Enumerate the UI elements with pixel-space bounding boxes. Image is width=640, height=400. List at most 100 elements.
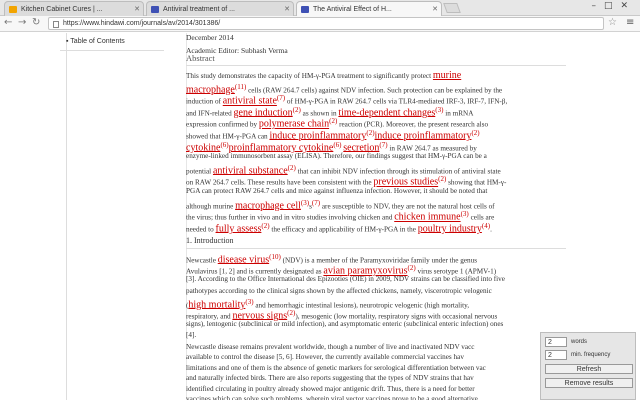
text-span: that can inhibit NDV infection through i… (295, 167, 501, 176)
close-tab-icon[interactable]: ✕ (134, 2, 140, 16)
text-span: identified circulating in poultry alread… (186, 384, 475, 393)
text-span: showed that HM-γ-PGA can (186, 132, 270, 141)
text-span: although murine (186, 201, 236, 210)
text-span: the virus; thus further in vivo and in v… (186, 213, 395, 222)
abstract-heading: Abstract (186, 53, 215, 63)
text-line: identified circulating in poultry alread… (186, 385, 475, 394)
text-span: on RAW 264.7 cells. These results have b… (186, 178, 374, 187)
table-of-contents-link[interactable]: ▪ Table of Contents (66, 38, 125, 45)
text-span: Avulavirus [1, 2] and is currently desig… (186, 267, 324, 276)
publication-date: December 2014 (186, 33, 234, 42)
text-span: [3]. According to the Office Internation… (186, 275, 505, 284)
sidebar (66, 33, 166, 400)
remove-results-button[interactable]: Remove results (545, 378, 633, 388)
text-line: potential antiviral substance(2) that ca… (186, 164, 501, 176)
introduction-divider (186, 248, 566, 249)
text-span: potential (186, 167, 213, 176)
url-text: https://www.hindawi.com/journals/av/2014… (63, 20, 221, 27)
tab-kitchen-cabinet[interactable]: Kitchen Cabinet Cures | ... ✕ (4, 1, 144, 16)
text-line: although murine macrophage cell(3)s(7) a… (186, 199, 495, 211)
min-frequency-label: min. frequency (571, 352, 611, 358)
text-line: This study demonstrates the capacity of … (186, 71, 461, 81)
words-input[interactable]: 2 (545, 337, 567, 347)
keyword-highlight[interactable]: poultry industry (418, 223, 482, 234)
browser-toolbar: ← → ↻ https://www.hindawi.com/journals/a… (0, 16, 640, 32)
tab-label: Kitchen Cabinet Cures | ... (21, 6, 103, 13)
keyword-count: (3) (460, 210, 469, 219)
text-span: showing that HM-γ- (446, 178, 507, 187)
keyword-count: (3) (300, 198, 310, 207)
words-label: words (571, 339, 588, 345)
keyword-count: (2) (292, 105, 301, 114)
text-span: PGA can protect RAW 264.7 cells and mice… (186, 187, 488, 195)
forward-icon[interactable]: → (18, 17, 26, 28)
keyword-count: (7) (311, 198, 321, 207)
address-bar[interactable]: https://www.hindawi.com/journals/av/2014… (48, 17, 604, 30)
keyword-count: (4) (481, 221, 491, 230)
text-span: the efficacy and applicability of HM-γ-P… (269, 225, 418, 234)
text-span: cells are (468, 213, 495, 222)
abstract-divider (186, 65, 566, 66)
text-span: available to control the disease [5, 6].… (186, 353, 464, 362)
text-line: cytokine(6)proinflammatory cytokine(6) s… (186, 141, 477, 153)
tab-label: Antiviral treatment of ... (163, 6, 235, 13)
text-line: expression confirmed by polymerase chain… (186, 117, 488, 129)
text-span: in RAW 264.7 as measured by (387, 143, 477, 152)
text-line: macrophage(11) cells (RAW 264.7 cells) a… (186, 83, 502, 95)
keyword-count: (7) (276, 94, 286, 103)
tab-label: The Antiviral Effect of H... (313, 6, 392, 13)
window-controls[interactable]: –□✕ (591, 1, 636, 11)
text-span: as shown in (300, 109, 339, 118)
text-line: Newcastle disease remains prevalent worl… (186, 343, 474, 352)
text-span: vaccines which can solve such problems, … (186, 395, 478, 400)
text-line: [4]. (186, 331, 196, 340)
text-span: respiratory, and (186, 312, 233, 321)
new-tab-button[interactable] (443, 3, 461, 13)
text-span: Newcastle disease remains prevalent worl… (186, 343, 475, 351)
bookmark-star-icon[interactable]: ☆ (608, 17, 617, 28)
keyword-count: (7) (379, 140, 388, 149)
menu-icon[interactable]: ≡ (626, 17, 634, 28)
refresh-button[interactable]: Refresh (545, 364, 633, 374)
keyword-count: (2) (261, 221, 270, 230)
close-tab-icon[interactable]: ✕ (284, 2, 290, 16)
back-icon[interactable]: ← (4, 17, 12, 28)
text-line: and IFN-related gene induction(2) as sho… (186, 106, 473, 118)
tab-antiviral-treatment[interactable]: Antiviral treatment of ... ✕ (146, 1, 294, 16)
text-span: limitations and one of them is the absen… (186, 363, 486, 372)
introduction-heading: 1. Introduction (186, 236, 234, 245)
text-span: expression confirmed by (186, 120, 259, 129)
text-span: of HM-γ-PGA in RAW 264.7 cells via TLR4-… (285, 97, 508, 106)
text-span: reaction (PCR). Moreover, the present re… (337, 120, 489, 129)
keyword-count: (2) (471, 129, 480, 137)
keyword-count: (2) (407, 264, 416, 273)
text-span: signs), lentogenic (subclinical or mild … (186, 320, 504, 329)
tab-antiviral-effect[interactable]: The Antiviral Effect of H... ✕ (296, 1, 442, 16)
text-span: (NDV) is a member of the Paramyxoviridae… (280, 256, 477, 265)
text-line: enzyme-linked immunosorbent assay (ELISA… (186, 152, 487, 161)
text-span: cells (RAW 264.7 cells) against NDV infe… (246, 85, 503, 94)
text-line: induction of antiviral state(7) of HM-γ-… (186, 94, 507, 106)
text-span: and naturally infected birds. There are … (186, 374, 474, 383)
text-line: PGA can protect RAW 264.7 cells and mice… (186, 187, 487, 196)
keyword-highlight[interactable]: fully assess (216, 223, 262, 234)
hindawi-favicon-icon (301, 6, 309, 13)
page-icon (53, 21, 59, 28)
text-line: needed to fully assess(2) the efficacy a… (186, 222, 492, 234)
text-span: virus serotype 1 (APMV-1) (415, 267, 497, 276)
keyword-count: (10) (269, 253, 281, 261)
min-frequency-input[interactable]: 2 (545, 350, 567, 360)
text-span: Newcastle (186, 256, 218, 265)
keyword-count: (11) (234, 82, 247, 91)
text-span: needed to (186, 225, 216, 234)
keyword-highlight[interactable]: murine (433, 70, 461, 81)
text-line: and naturally infected birds. There are … (186, 374, 474, 383)
keyword-count: (3) (245, 297, 254, 306)
reload-icon[interactable]: ↻ (32, 17, 40, 28)
text-span: are susceptible to NDV, they are not the… (320, 201, 495, 210)
text-span: ), mesogenic (low mortality, respiratory… (295, 312, 498, 321)
text-line: [3]. According to the Office Internation… (186, 275, 505, 284)
keyword-count: (2) (287, 163, 296, 172)
close-tab-icon[interactable]: ✕ (432, 2, 438, 16)
star-favicon-icon (9, 6, 17, 13)
